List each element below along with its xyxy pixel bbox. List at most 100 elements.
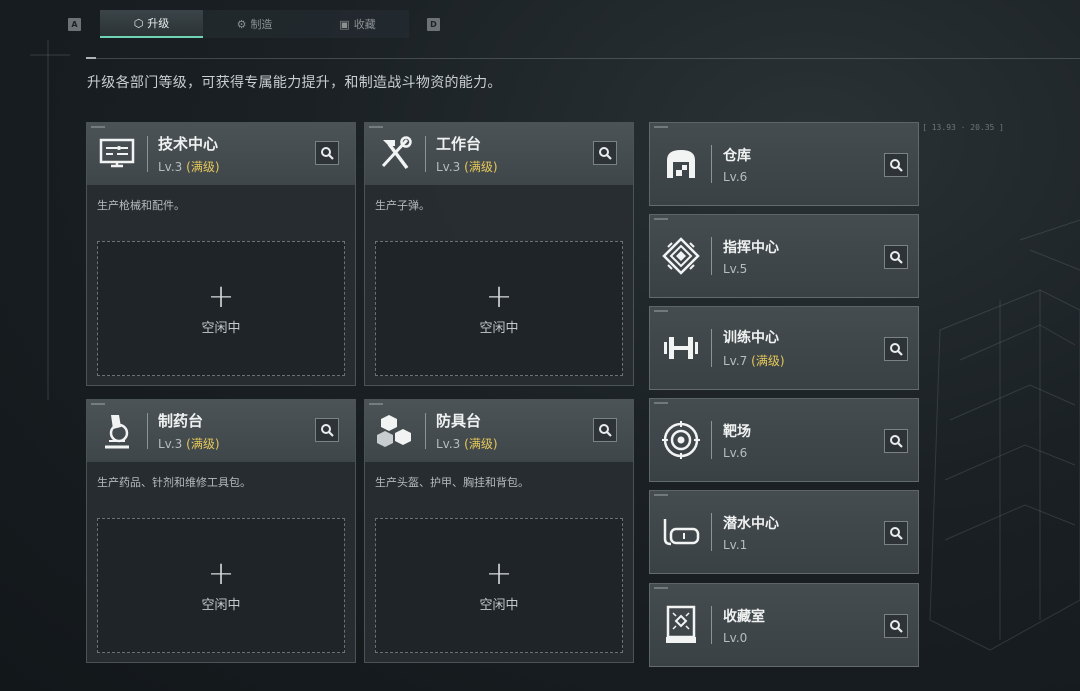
facility-title: 仓库	[723, 147, 751, 164]
facility-collection-room[interactable]: 收藏室 Lv.0	[649, 583, 919, 667]
computer-icon	[87, 123, 147, 185]
facility-level: Lv.1	[723, 537, 748, 552]
card-tag	[654, 310, 668, 312]
card-tag	[91, 403, 105, 405]
diving-mask-icon	[650, 490, 711, 574]
tab-label: 制造	[250, 18, 273, 31]
gear-icon: ⚙	[236, 17, 247, 31]
tab-collection[interactable]: ▣ 收藏	[306, 10, 409, 38]
plus-icon: +	[485, 554, 513, 592]
slot-status: 空闲中	[201, 321, 241, 336]
facility-level: Lv.6	[723, 169, 748, 184]
production-slot[interactable]: + 空闲中	[375, 518, 623, 653]
search-icon	[890, 251, 903, 264]
search-icon	[321, 147, 334, 160]
card-description: 生产药品、针剂和维修工具包。	[97, 476, 251, 489]
display-case-icon	[650, 583, 711, 667]
page-description: 升级各部门等级，可获得专属能力提升，和制造战斗物资的能力。	[87, 75, 502, 91]
divider	[86, 58, 1080, 59]
facility-training-center[interactable]: 训练中心 Lv.7 (满级)	[649, 306, 919, 390]
facility-level: Lv.0	[723, 630, 748, 645]
card-title: 技术中心	[158, 135, 219, 153]
facility-command-center[interactable]: 指挥中心 Lv.5	[649, 214, 919, 298]
target-icon	[650, 398, 711, 482]
inspect-button[interactable]	[315, 418, 339, 442]
coordinate-readout: [ 13.93 · 20.35 ]	[922, 123, 1004, 132]
card-pharmacy[interactable]: 制药台 Lv.3 (满级) 生产药品、针剂和维修工具包。 + 空闲中	[86, 399, 356, 663]
facility-shooting-range[interactable]: 靶场 Lv.6	[649, 398, 919, 482]
tab-group: ⬡ 升级 ⚙ 制造 ▣ 收藏	[100, 10, 409, 38]
key-hint-right: D	[427, 17, 440, 31]
microscope-icon	[87, 400, 147, 462]
inspect-button[interactable]	[593, 418, 617, 442]
search-icon	[890, 435, 903, 448]
card-tag	[654, 218, 668, 220]
slot-status: 空闲中	[479, 321, 519, 336]
card-tag	[369, 403, 383, 405]
card-tag	[91, 126, 105, 128]
facility-title: 靶场	[723, 423, 751, 440]
card-tag	[369, 126, 383, 128]
facility-title: 指挥中心	[723, 239, 779, 256]
card-workbench[interactable]: 工作台 Lv.3 (满级) 生产子弹。 + 空闲中	[364, 122, 634, 386]
key-hint-left: A	[68, 17, 81, 31]
top-tab-bar: A ⬡ 升级 ⚙ 制造 ▣ 收藏 D	[68, 10, 440, 38]
card-tag	[654, 402, 668, 404]
inspect-button[interactable]	[593, 141, 617, 165]
card-tag	[654, 126, 668, 128]
card-level: Lv.3 (满级)	[158, 437, 220, 451]
facility-level: Lv.5	[723, 261, 748, 276]
inspect-button[interactable]	[884, 337, 908, 361]
warehouse-icon	[650, 122, 711, 206]
production-slot[interactable]: + 空闲中	[375, 241, 623, 376]
card-title: 工作台	[436, 135, 482, 153]
boxes-icon	[365, 400, 425, 462]
inspect-button[interactable]	[884, 614, 908, 638]
search-icon	[890, 620, 903, 633]
upgrade-icon: ⬡	[133, 16, 144, 30]
production-slot[interactable]: + 空闲中	[97, 241, 345, 376]
collection-icon: ▣	[339, 17, 350, 31]
search-icon	[890, 343, 903, 356]
slot-status: 空闲中	[479, 598, 519, 613]
tab-label: 收藏	[353, 18, 376, 31]
search-icon	[890, 159, 903, 172]
tab-craft[interactable]: ⚙ 制造	[203, 10, 306, 38]
dumbbell-icon	[650, 306, 711, 390]
card-tag	[654, 587, 668, 589]
facility-diving-center[interactable]: 潜水中心 Lv.1	[649, 490, 919, 574]
slot-status: 空闲中	[201, 598, 241, 613]
card-level: Lv.3 (满级)	[436, 160, 498, 174]
card-level: Lv.3 (满级)	[158, 160, 220, 174]
search-icon	[321, 424, 334, 437]
divider-mark	[86, 57, 96, 59]
search-icon	[599, 424, 612, 437]
card-description: 生产头盔、护甲、胸挂和背包。	[375, 476, 529, 489]
card-level: Lv.3 (满级)	[436, 437, 498, 451]
card-description: 生产枪械和配件。	[97, 199, 185, 212]
facility-level: Lv.6	[723, 445, 748, 460]
inspect-button[interactable]	[315, 141, 339, 165]
tab-upgrade[interactable]: ⬡ 升级	[100, 10, 203, 38]
inspect-button[interactable]	[884, 245, 908, 269]
facility-level: Lv.7 (满级)	[723, 354, 785, 368]
command-emblem-icon	[650, 214, 711, 298]
facility-title: 潜水中心	[723, 515, 779, 532]
card-description: 生产子弹。	[375, 199, 430, 212]
facility-title: 训练中心	[723, 330, 779, 346]
inspect-button[interactable]	[884, 521, 908, 545]
card-tag	[654, 494, 668, 496]
card-title: 防具台	[436, 412, 482, 430]
card-title: 制药台	[158, 412, 204, 430]
search-icon	[890, 527, 903, 540]
production-slot[interactable]: + 空闲中	[97, 518, 345, 653]
inspect-button[interactable]	[884, 153, 908, 177]
plus-icon: +	[207, 554, 235, 592]
facility-title: 收藏室	[723, 608, 765, 625]
inspect-button[interactable]	[884, 429, 908, 453]
tab-label: 升级	[147, 17, 170, 30]
hammer-wrench-icon	[365, 123, 425, 185]
card-tech-center[interactable]: 技术中心 Lv.3 (满级) 生产枪械和配件。 + 空闲中	[86, 122, 356, 386]
card-armor-bench[interactable]: 防具台 Lv.3 (满级) 生产头盔、护甲、胸挂和背包。 + 空闲中	[364, 399, 634, 663]
facility-warehouse[interactable]: 仓库 Lv.6	[649, 122, 919, 206]
